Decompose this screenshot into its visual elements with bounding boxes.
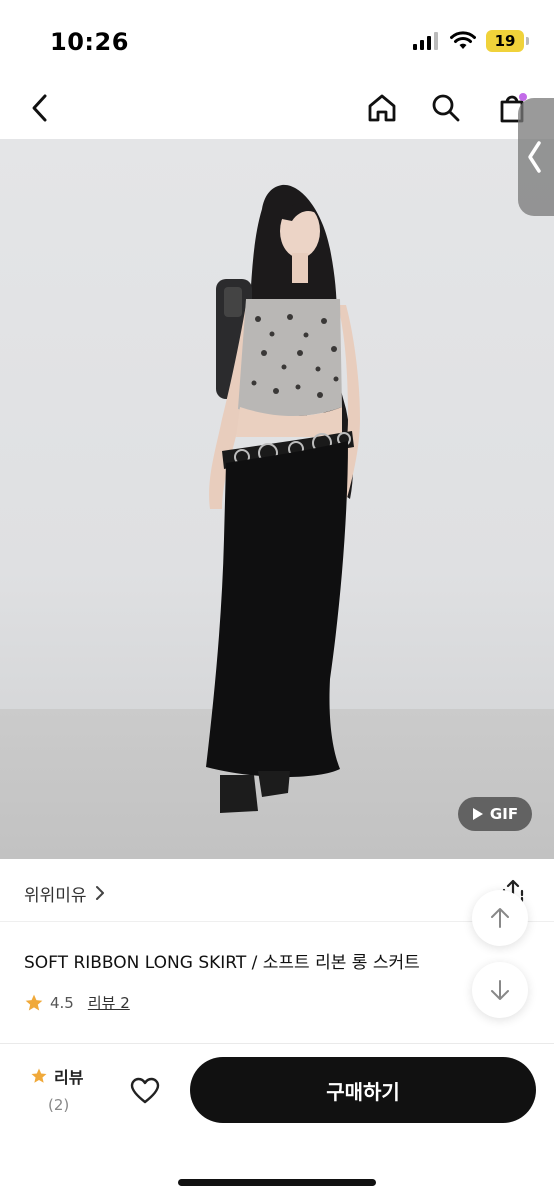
status-bar: 10:26 19 [0,0,554,80]
scroll-down-button[interactable] [472,962,528,1018]
home-icon [368,94,396,122]
product-title: SOFT RIBBON LONG SKIRT / 소프트 리본 롱 스커트 [24,953,420,973]
review-summary-label: 리뷰 [54,1068,84,1087]
buy-button[interactable]: 구매하기 [190,1057,536,1123]
review-summary-button[interactable]: 리뷰 (2) [30,1064,110,1114]
divider [0,921,554,922]
status-icons: 19 [412,30,529,52]
bottom-bar-divider [0,1043,554,1044]
review-link[interactable]: 리뷰 2 [88,992,130,1013]
play-icon [472,808,483,820]
search-icon [432,94,460,122]
home-indicator [178,1179,376,1186]
home-button[interactable] [362,86,402,130]
wifi-icon [450,31,476,49]
product-image[interactable]: GIF [0,139,554,859]
search-button[interactable] [426,86,466,130]
gif-label: GIF [489,805,519,823]
arrow-up-icon [491,908,509,928]
rating-value: 4.5 [50,993,74,1012]
status-time: 10:26 [50,28,129,56]
chevron-left-icon [528,141,541,173]
cellular-signal-icon [413,32,438,50]
star-icon [25,994,43,1010]
battery-indicator: 19 [486,30,529,52]
chevron-left-icon [32,94,47,122]
chevron-right-icon [95,886,104,900]
star-icon [31,1068,47,1083]
scroll-up-button[interactable] [472,890,528,946]
review-summary-count: (2) [48,1096,70,1114]
back-button[interactable] [20,86,60,130]
wishlist-button[interactable] [124,1070,166,1112]
heart-icon [130,1077,160,1104]
brand-link[interactable]: 위위미유 [24,880,105,906]
gif-badge[interactable]: GIF [458,797,532,831]
rating-row: 4.5 리뷰 2 [24,992,130,1013]
arrow-down-icon [491,980,509,1000]
model-figure [206,184,360,813]
side-drawer-tab[interactable] [518,98,554,216]
review-summary-top: 리뷰 [30,1064,110,1088]
nav-bar [0,80,554,138]
brand-name: 위위미유 [24,885,87,906]
